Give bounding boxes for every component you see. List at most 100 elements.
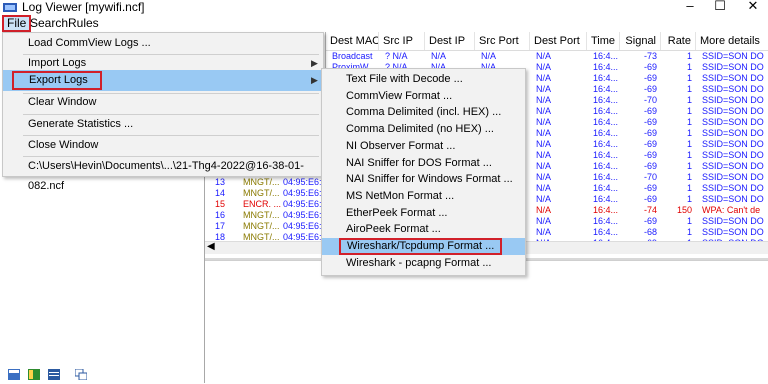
menu-rules[interactable]: Rules <box>65 16 102 30</box>
table-cell: N/A <box>536 128 552 138</box>
table-cell: SSID=SON DO <box>702 227 764 237</box>
table-cell: SSID=SON DO <box>702 106 764 116</box>
column-header[interactable]: Rate <box>661 32 696 50</box>
export-option[interactable]: Wireshark - pcapng Format ... <box>322 255 525 272</box>
table-cell: 1 <box>686 51 692 61</box>
export-option[interactable]: Text File with Decode ... <box>322 71 525 88</box>
menu-item-label: Export Logs <box>12 71 102 90</box>
table-cell: ? N/A <box>385 51 408 61</box>
export-option[interactable]: EtherPeek Format ... <box>322 205 525 222</box>
menu-item-label: C:\Users\Hevin\Documents\...\21-Thg4-202… <box>28 160 304 192</box>
table-cell: -69 <box>643 117 657 127</box>
detail-pane <box>205 260 768 384</box>
table-cell: N/A <box>536 117 552 127</box>
table-cell: N/A <box>536 205 552 215</box>
table-cell: 16:4... <box>593 117 619 127</box>
minimize-button[interactable]: – <box>675 0 705 14</box>
list-item[interactable]: 15 ENCR. ... 04:95:E6: <box>205 199 323 210</box>
export-option[interactable]: Comma Delimited (incl. HEX) ... <box>322 104 525 121</box>
menu-item-generate-statistics[interactable]: Generate Statistics ... <box>3 114 323 134</box>
table-cell: SSID=SON DO <box>702 128 764 138</box>
table-cell: 1 <box>686 172 692 182</box>
export-option-label: NAI Sniffer for DOS Format ... <box>346 156 492 169</box>
table-cell: 1 <box>686 62 692 72</box>
export-option[interactable]: NAI Sniffer for DOS Format ... <box>322 155 525 172</box>
export-option[interactable]: Comma Delimited (no HEX) ... <box>322 121 525 138</box>
table-cell: N/A <box>536 106 552 116</box>
table-cell: N/A <box>536 95 552 105</box>
table-row[interactable]: Broadcast ? N/A N/A N/A N/A 16:4... -73 1 SSID=S… <box>326 51 768 62</box>
menu-item-export-logs[interactable]: Export Logs ▶ <box>3 70 323 91</box>
table-cell: -69 <box>643 139 657 149</box>
table-cell: 16:4... <box>593 73 619 83</box>
table-cell: N/A <box>536 183 552 193</box>
export-submenu: Text File with Decode ... CommView Format… <box>321 68 526 276</box>
table-cell: SSID=SON DO <box>702 84 764 94</box>
table-cell: 1 <box>686 95 692 105</box>
export-option-label: Wireshark - pcapng Format ... <box>346 256 492 269</box>
table-cell: 1 <box>686 161 692 171</box>
column-header[interactable]: Time <box>587 32 620 50</box>
table-cell: -70 <box>643 95 657 105</box>
table-cell: SSID=SON DO <box>702 194 764 204</box>
table-cell: N/A <box>536 216 552 226</box>
table-cell: 1 <box>686 183 692 193</box>
table-cell: SSID=SON DO <box>702 150 764 160</box>
export-option[interactable]: NI Observer Format ... <box>322 138 525 155</box>
table-cell: N/A <box>536 150 552 160</box>
scroll-left-icon[interactable]: ◀ <box>207 241 215 252</box>
export-option[interactable]: NAI Sniffer for Windows Format ... <box>322 171 525 188</box>
column-header[interactable]: More details <box>696 32 768 50</box>
export-option[interactable]: AiroPeek Format ... <box>322 221 525 238</box>
table-cell: SSID=SON DO <box>702 73 764 83</box>
menu-item-close-window[interactable]: Close Window <box>3 135 323 155</box>
menu-item-load-commview[interactable]: Load CommView Logs ... <box>3 33 323 53</box>
list-item-proto: ENCR. ... <box>243 199 282 209</box>
table-cell: SSID=SON DO <box>702 216 764 226</box>
table-cell: 16:4... <box>593 161 619 171</box>
table-cell: N/A <box>536 51 552 61</box>
table-cell: N/A <box>536 194 552 204</box>
export-option-label: EtherPeek Format ... <box>346 206 448 219</box>
table-cell: 16:4... <box>593 95 619 105</box>
table-cell: SSID=SON DO <box>702 172 764 182</box>
table-cell: N/A <box>481 51 497 61</box>
window-icon[interactable] <box>74 368 88 383</box>
list-view-icon[interactable] <box>48 369 60 383</box>
table-cell: -69 <box>643 106 657 116</box>
table-cell: 16:4... <box>593 150 619 160</box>
table-cell: 1 <box>686 106 692 116</box>
table-cell: SSID=SON DO <box>702 62 764 72</box>
table-cell: -69 <box>643 84 657 94</box>
export-option[interactable]: CommView Format ... <box>322 88 525 105</box>
column-header[interactable]: Dest IP <box>425 32 475 50</box>
column-header[interactable]: Signal <box>620 32 661 50</box>
maximize-button[interactable]: ☐ <box>705 0 735 14</box>
file-dropdown-menu: Load CommView Logs ... Import Logs ▶ Exp… <box>2 32 324 192</box>
table-cell: 16:4... <box>593 139 619 149</box>
column-header[interactable]: Dest Port <box>530 32 587 50</box>
table-cell: 1 <box>686 216 692 226</box>
layout-icon[interactable] <box>8 369 20 383</box>
close-button[interactable]: ✕ <box>738 0 768 14</box>
table-cell: -69 <box>643 161 657 171</box>
table-cell: Broadcast <box>332 51 373 61</box>
export-option[interactable]: MS NetMon Format ... <box>322 188 525 205</box>
menu-item-label: Clear Window <box>28 96 97 108</box>
column-header[interactable]: Dest MAC <box>326 32 379 50</box>
list-item[interactable]: 16 MNGT/... 04:95:E6: <box>205 210 323 221</box>
table-cell: 16:4... <box>593 62 619 72</box>
table-cell: 16:4... <box>593 227 619 237</box>
table-cell: 1 <box>686 139 692 149</box>
menu-item-recent-file[interactable]: C:\Users\Hevin\Documents\...\21-Thg4-202… <box>3 156 323 192</box>
column-header[interactable]: Src IP <box>379 32 425 50</box>
export-option-wireshark-tcpdump[interactable]: Wireshark/Tcpdump Format ... <box>322 238 525 255</box>
split-view-icon[interactable] <box>28 369 40 383</box>
export-option-label: Comma Delimited (no HEX) ... <box>346 123 494 136</box>
submenu-arrow-icon: ▶ <box>311 75 318 85</box>
column-header[interactable]: Src Port <box>475 32 530 50</box>
table-cell: SSID=SON DO <box>702 51 764 61</box>
table-cell: N/A <box>536 84 552 94</box>
list-item[interactable]: 17 MNGT/... 04:95:E6: <box>205 221 323 232</box>
menu-item-clear-window[interactable]: Clear Window <box>3 92 323 112</box>
